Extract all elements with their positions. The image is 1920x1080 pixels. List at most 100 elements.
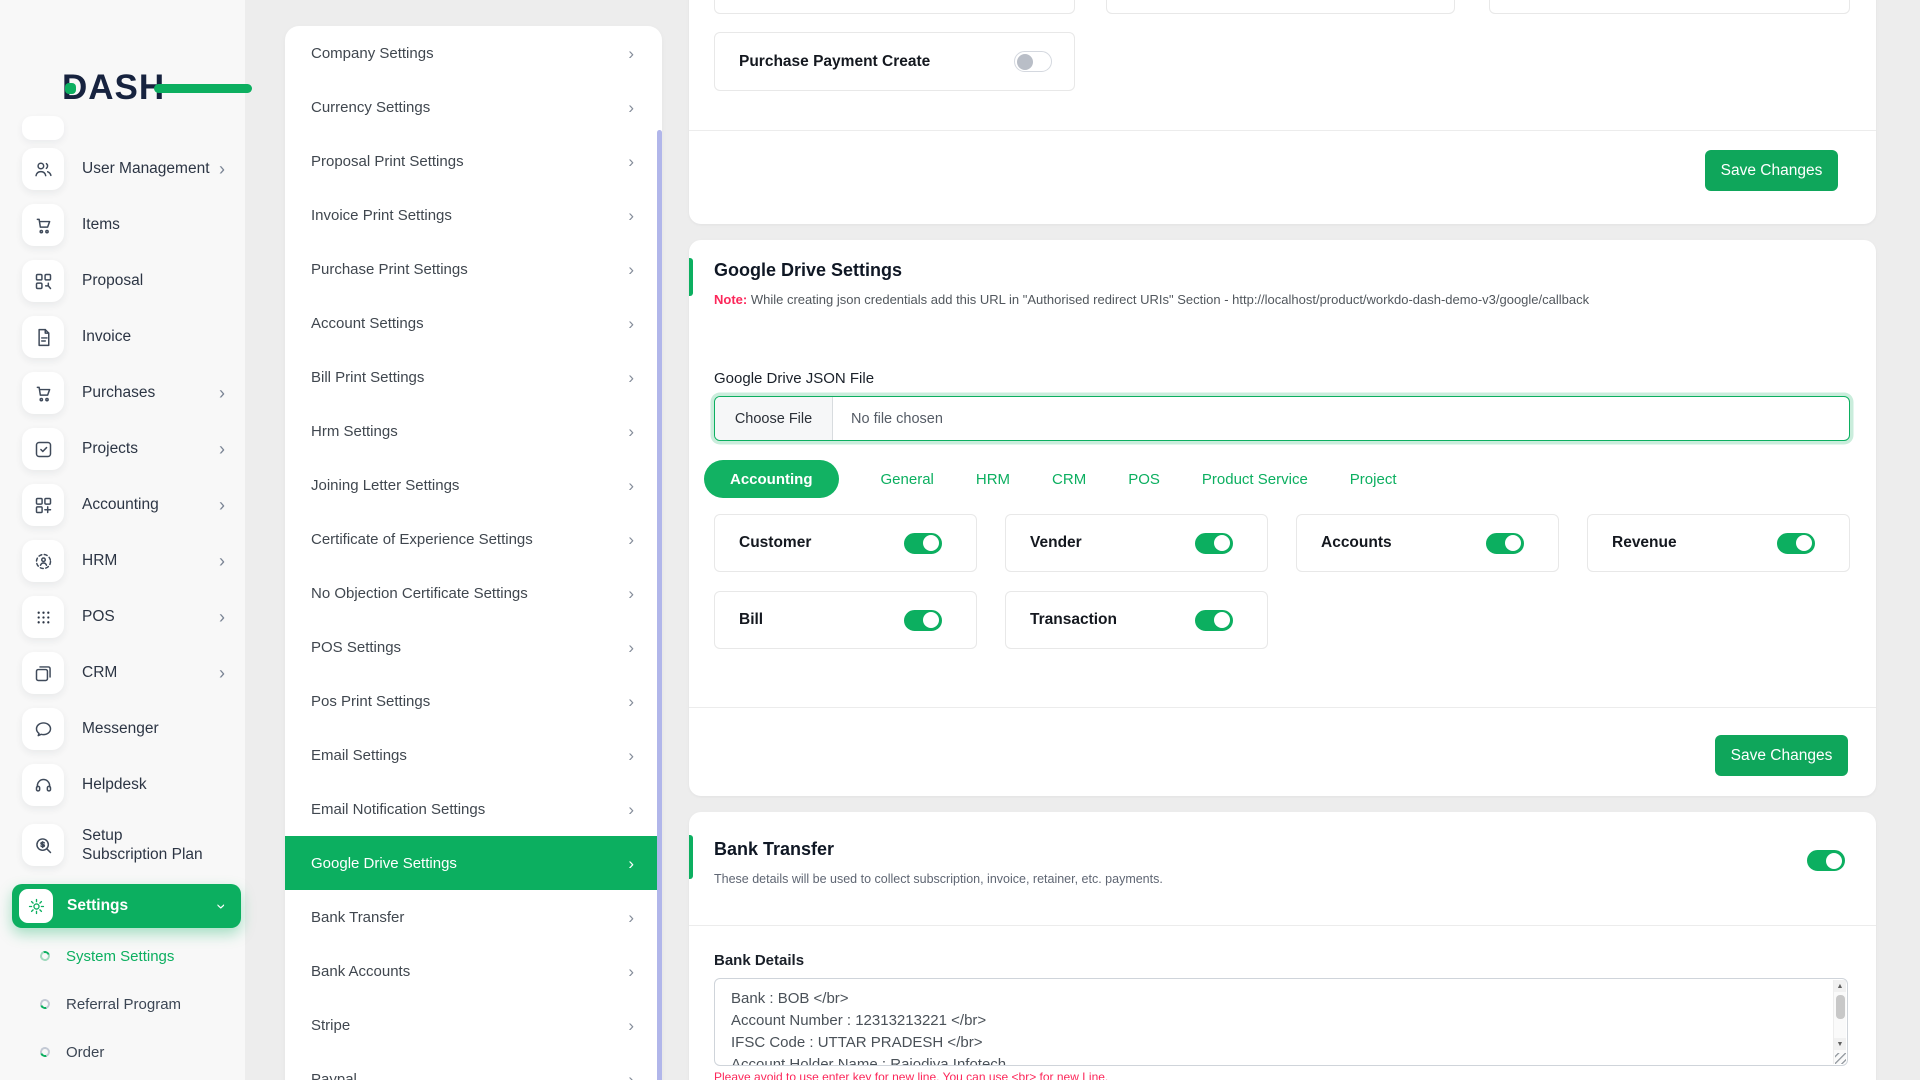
sidebar-item[interactable]: CRM › [0,645,245,701]
sidebar-item-icon [22,316,64,358]
module-toggle-card: Customer [714,514,977,572]
chevron-right-icon: › [219,383,225,403]
sidebar-item-label: CRM [82,664,118,682]
tab[interactable]: Product Service [1202,471,1308,488]
save-changes-button[interactable]: Save Changes [1715,735,1848,776]
settings-menu-item[interactable]: Email Settings › [285,728,662,782]
settings-menu-item-label: Email Notification Settings [311,800,486,818]
sidebar-item[interactable]: Messenger › [0,701,245,757]
scrollbar-thumb[interactable] [1835,995,1845,1019]
save-changes-button[interactable]: Save Changes [1705,150,1838,191]
tab[interactable]: Accounting [704,460,839,498]
module-toggle-switch[interactable] [904,609,942,631]
submenu-item-label: Order [66,1043,105,1061]
settings-menu-item[interactable]: Invoice Print Settings › [285,188,662,242]
settings-menu-item[interactable]: Certificate of Experience Settings › [285,512,662,566]
module-toggle-label: Vender [1030,534,1082,551]
module-toggle-switch[interactable] [1486,532,1524,554]
chevron-right-icon: › [628,421,634,441]
sidebar-item[interactable]: Invoice › [0,309,245,365]
settings-menu-item[interactable]: Email Notification Settings › [285,782,662,836]
settings-menu-item[interactable]: Bill Print Settings › [285,350,662,404]
module-toggle-card: Transaction [1005,591,1268,649]
sidebar-item-icon [22,372,64,414]
tab[interactable]: POS [1128,471,1160,488]
chevron-right-icon: › [628,583,634,603]
settings-menu-item[interactable]: Proposal Print Settings › [285,134,662,188]
settings-menu-item[interactable]: Bank Accounts › [285,944,662,998]
bank-transfer-toggle[interactable] [1807,850,1845,871]
sidebar-item-settings[interactable]: Settings › [12,884,241,928]
panel-scrollbar[interactable] [657,130,662,1080]
chevron-right-icon: › [628,529,634,549]
sidebar-item[interactable]: Proposal › [0,253,245,309]
tab[interactable]: Project [1350,471,1397,488]
resize-handle[interactable] [1835,1053,1846,1064]
settings-menu-panel: Company Settings › Currency Settings › P… [285,26,662,1080]
settings-submenu: System Settings Referral Program Order [0,932,245,1076]
sidebar-item[interactable]: HRM › [0,533,245,589]
sidebar-item[interactable]: User Management › [0,141,245,197]
choose-file-button[interactable]: Choose File [715,397,833,440]
settings-menu-item[interactable]: POS Settings › [285,620,662,674]
bank-details-textarea[interactable] [715,979,1847,1065]
module-toggle-switch[interactable] [904,532,942,554]
sidebar-item[interactable]: Setup Subscription Plan › [0,813,245,877]
settings-menu-item-label: Certificate of Experience Settings [311,530,533,548]
scroll-down-icon[interactable]: ▼ [1834,1038,1846,1050]
settings-submenu-item[interactable]: System Settings [0,932,245,980]
settings-menu-item-label: Bill Print Settings [311,368,425,386]
tab[interactable]: CRM [1052,471,1086,488]
settings-menu-item[interactable]: Pos Print Settings › [285,674,662,728]
sidebar-item-label: Helpdesk [82,776,147,794]
bullet-circle-icon [38,997,52,1011]
app-logo[interactable]: DASH [62,68,252,108]
settings-submenu-item[interactable]: Order [0,1028,245,1076]
settings-menu-item[interactable]: Purchase Print Settings › [285,242,662,296]
settings-menu-item[interactable]: Stripe › [285,998,662,1052]
purchase-payment-create-toggle[interactable] [1014,51,1052,72]
chevron-right-icon: › [219,439,225,459]
module-toggle-switch[interactable] [1777,532,1815,554]
chevron-right-icon: › [219,159,225,179]
note-label: Note: [714,292,748,307]
sidebar-icon-glyph [33,835,54,856]
settings-menu-item[interactable]: Bank Transfer › [285,890,662,944]
purchase-settings-card: Purchase Payment Create Save Changes [689,0,1876,224]
file-field-label: Google Drive JSON File [714,370,875,387]
sidebar-item[interactable]: Purchases › [0,365,245,421]
sidebar-item[interactable]: Projects › [0,421,245,477]
textarea-scrollbar[interactable]: ▲ ▼ [1833,980,1846,1064]
logo-accent-dot [65,83,76,94]
sidebar-item[interactable]: Accounting › [0,477,245,533]
chevron-right-icon: › [628,637,634,657]
chevron-right-icon: › [628,475,634,495]
sidebar-item[interactable]: POS › [0,589,245,645]
sidebar-item-icon [22,260,64,302]
settings-menu-item[interactable]: Joining Letter Settings › [285,458,662,512]
settings-submenu-item[interactable]: Referral Program [0,980,245,1028]
sidebar-item[interactable]: Items › [0,197,245,253]
module-toggle-switch[interactable] [1195,609,1233,631]
settings-menu-item[interactable]: Company Settings › [285,26,662,80]
settings-menu-item[interactable]: Google Drive Settings › [285,836,662,890]
sidebar-item-icon [22,484,64,526]
settings-menu-item[interactable]: Account Settings › [285,296,662,350]
chevron-right-icon: › [219,495,225,515]
module-toggle-label: Revenue [1612,534,1677,551]
cut-off-menu-icon [22,116,64,140]
sidebar-item[interactable]: Helpdesk › [0,757,245,813]
scroll-up-icon[interactable]: ▲ [1834,980,1846,992]
google-drive-json-file-input[interactable]: Choose File No file chosen [714,396,1850,441]
tab[interactable]: HRM [976,471,1010,488]
settings-menu-item[interactable]: Currency Settings › [285,80,662,134]
settings-menu-item[interactable]: No Objection Certificate Settings › [285,566,662,620]
bank-transfer-card: Bank Transfer These details will be used… [689,812,1876,1080]
chevron-right-icon: › [628,1015,634,1035]
settings-menu-item[interactable]: Paypal › [285,1052,662,1080]
module-toggle-switch[interactable] [1195,532,1233,554]
newline-warning-text: Pleave avoid to use enter key for new li… [714,1070,1109,1080]
settings-menu-item[interactable]: Hrm Settings › [285,404,662,458]
tab[interactable]: General [881,471,934,488]
file-chosen-text: No file chosen [851,410,943,427]
